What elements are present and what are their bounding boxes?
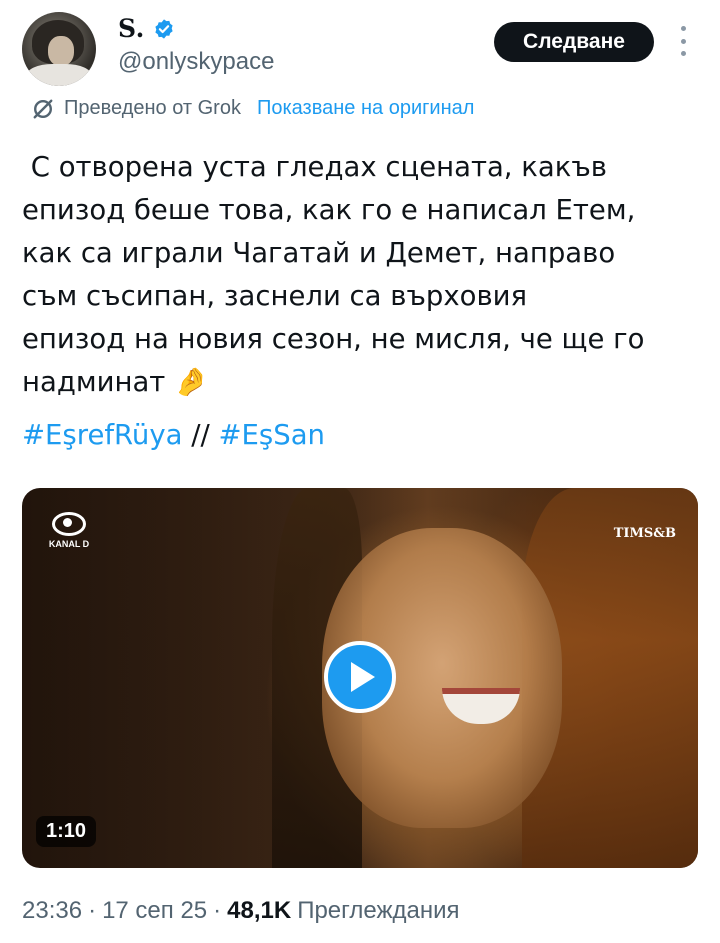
meta-dot: · (213, 897, 222, 924)
play-button[interactable] (324, 641, 396, 713)
producer-logo: TIMS&B (613, 526, 676, 541)
translation-row: Преведено от Grok Показване на оригинал (32, 97, 474, 120)
more-options-icon[interactable] (676, 26, 690, 56)
play-icon (351, 662, 375, 692)
author-handle[interactable]: @onlyskypace (118, 48, 274, 76)
tweet-time[interactable]: 23:36 (22, 897, 82, 925)
channel-eye-icon (52, 512, 86, 536)
verified-badge-icon (155, 18, 173, 39)
video-duration-badge: 1:10 (36, 816, 97, 847)
tweet-meta: 23:36 · 17 сеп 25 · 48,1K Преглеждания (22, 897, 460, 925)
views-label: Преглеждания (297, 897, 460, 924)
tweet-date[interactable]: 17 сеп 25 (102, 897, 207, 925)
channel-logo-text: KANAL D (48, 539, 90, 549)
tweet-text: С отворена уста гледах сцената, какъв еп… (22, 151, 645, 398)
follow-button[interactable]: Следване (494, 22, 654, 62)
channel-logo: KANAL D (44, 512, 94, 549)
avatar-face (48, 36, 74, 66)
hashtags-line: #EşrefRüya // #EşSan (22, 414, 325, 457)
meta-dot: · (88, 897, 97, 924)
show-original-link[interactable]: Показване на оригинал (257, 97, 474, 120)
avatar[interactable] (22, 12, 96, 86)
hashtag-separator: // (182, 419, 219, 451)
translated-by-label: Преведено от Grok (64, 97, 241, 119)
video-player[interactable]: KANAL D TIMS&B 1:10 (22, 488, 698, 868)
hashtag-link[interactable]: #EşSan (219, 419, 325, 451)
views-count: 48,1K (227, 897, 292, 924)
avatar-shirt (26, 64, 92, 86)
author-display-name[interactable]: S. (118, 14, 145, 43)
author-name-row: S. (118, 14, 175, 43)
grok-translate-icon (33, 99, 53, 118)
hashtag-link[interactable]: #EşrefRüya (22, 419, 182, 451)
